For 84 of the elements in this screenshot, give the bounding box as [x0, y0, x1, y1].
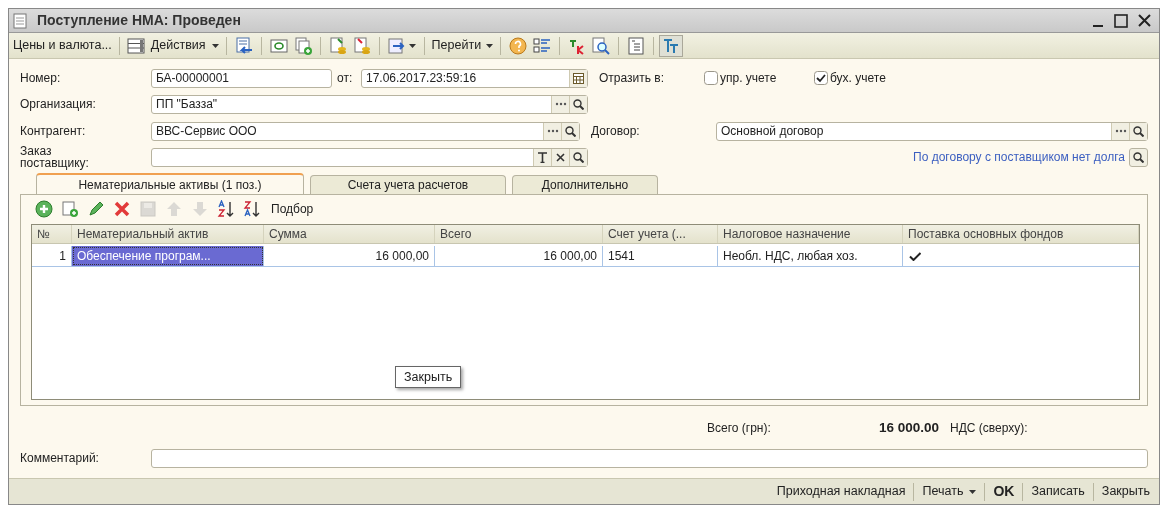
total-amount: 16 000.00 [877, 418, 939, 437]
list-icon [126, 37, 145, 54]
field-label: Заказ поставщику: [20, 145, 90, 169]
column-header[interactable]: Сумма [264, 225, 435, 243]
actions-button[interactable]: Действия [124, 35, 221, 56]
column-header[interactable]: Счет учета (... [603, 225, 718, 243]
field-label: Договор: [590, 123, 641, 140]
field-label: НДС (сверху): [950, 420, 1028, 437]
field-label: Номер: [20, 70, 62, 87]
field-label: Контрагент: [20, 123, 87, 140]
checkbox[interactable] [814, 71, 828, 85]
pick-button[interactable]: Подбор [269, 200, 316, 218]
caret-icon [486, 43, 494, 48]
table-cell: 1541 [603, 246, 718, 266]
calendar-icon[interactable] [573, 72, 584, 84]
clear-icon[interactable] [556, 152, 565, 162]
document-icon [13, 12, 27, 29]
search-button[interactable] [1129, 147, 1148, 167]
maximize-icon[interactable] [1114, 13, 1128, 28]
document-coins-return-icon[interactable] [352, 36, 371, 55]
input-field[interactable]: ВВС-Сервис ООО [151, 121, 581, 141]
input-field[interactable]: Основной договор [716, 121, 1148, 141]
caret-icon [408, 43, 416, 48]
ellipsis-icon[interactable] [554, 102, 567, 106]
input-field[interactable]: ПП "Базза" [151, 94, 588, 114]
document-coins-icon[interactable] [328, 36, 347, 55]
sort-ascending-icon[interactable] [217, 200, 235, 218]
tab[interactable]: Счета учета расчетов [310, 175, 506, 194]
column-header[interactable]: Налоговое назначение [718, 225, 903, 243]
caret-icon [969, 489, 977, 494]
pencil-icon[interactable] [87, 200, 105, 218]
column-header[interactable]: № [32, 225, 72, 243]
debt-status-link[interactable]: По договору с поставщиком нет долга [913, 148, 1125, 166]
checklist-icon[interactable] [533, 36, 552, 55]
field-label: Всего (грн): [707, 420, 772, 437]
close-icon[interactable] [1138, 14, 1151, 27]
help-icon[interactable] [509, 36, 528, 55]
table-cell: 16 000,00 [264, 246, 435, 266]
checkbox[interactable] [704, 71, 718, 85]
search-icon[interactable] [573, 98, 584, 110]
table-cell: 16 000,00 [435, 246, 603, 266]
column-header[interactable]: Поставка основных фондов [903, 225, 1139, 243]
column-header[interactable]: Нематериальный актив [72, 225, 264, 243]
structure-button[interactable] [659, 34, 684, 57]
table-cell: Обеспечение програм... [72, 246, 264, 266]
search-icon[interactable] [1133, 125, 1144, 137]
ellipsis-icon[interactable] [1114, 129, 1127, 133]
field-label: Организация: [20, 96, 97, 113]
toolbar-button[interactable]: Перейти [429, 35, 496, 56]
toolbar-button[interactable]: Цены и валюта... [11, 35, 114, 56]
search-icon [1133, 151, 1144, 163]
copy-add-icon[interactable] [61, 200, 79, 218]
input-field[interactable] [151, 147, 588, 167]
input-field[interactable] [151, 448, 1148, 468]
forward-icon [387, 36, 406, 55]
tab[interactable]: Дополнительно [512, 175, 658, 194]
tree-list-icon[interactable] [627, 36, 646, 55]
checkbox-label: упр. учете [720, 70, 777, 87]
input-field[interactable]: БА-00000001 [151, 68, 332, 88]
text-t-icon[interactable] [537, 151, 548, 163]
checkbox-label: бух. учете [830, 70, 886, 87]
field-label: от: [336, 70, 354, 87]
input-field[interactable]: 17.06.2017.23:59:16 [361, 68, 588, 88]
footer-button[interactable]: Печать [919, 482, 980, 501]
footer-button[interactable]: Закрыть [1098, 482, 1153, 501]
field-label: Отразить в: [598, 70, 666, 87]
field-label: Комментарий: [20, 450, 100, 467]
caret-icon [211, 43, 219, 48]
column-header[interactable]: Всего [435, 225, 603, 243]
add-icon[interactable] [35, 200, 53, 218]
footer-button[interactable]: OK [990, 481, 1018, 502]
ellipsis-icon[interactable] [546, 129, 559, 133]
delete-icon[interactable] [113, 200, 131, 218]
sort-descending-icon[interactable] [243, 200, 261, 218]
copy-add-icon[interactable] [293, 36, 312, 55]
footer-button[interactable]: Записать [1028, 482, 1088, 501]
preview-icon[interactable] [592, 36, 611, 55]
search-icon[interactable] [565, 125, 577, 137]
tab[interactable]: Нематериальные активы (1 поз.) [36, 173, 304, 194]
table-cell: Необл. НДС, любая хоз. [718, 246, 903, 266]
footer-button[interactable]: Приходная накладная [773, 482, 909, 501]
search-icon[interactable] [573, 151, 584, 163]
window-title: Поступление НМА: Проведен [37, 11, 241, 30]
tooltip: Закрыть [395, 366, 462, 388]
